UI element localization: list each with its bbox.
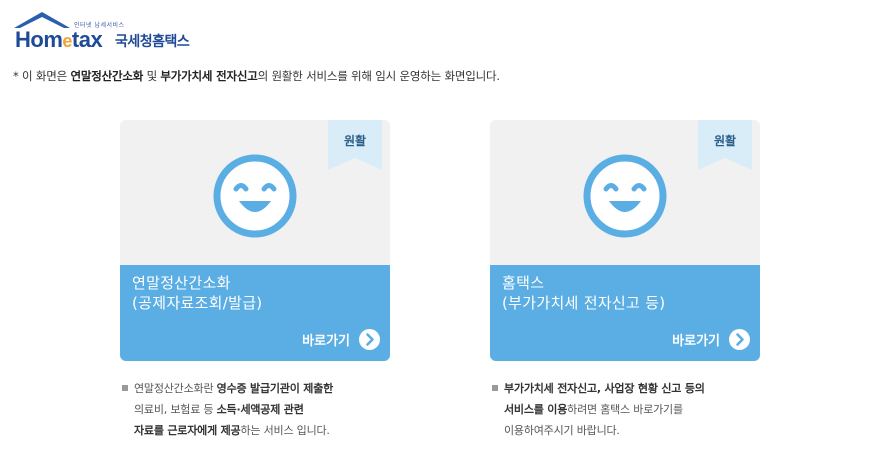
- bullet-icon: [492, 385, 498, 391]
- goto-button[interactable]: 바로가기: [302, 328, 380, 350]
- notice-bold-1: 연말정산간소화: [70, 69, 144, 83]
- notice-suffix: 의 원활한 서비스를 위해 임시 운영하는 화면입니다.: [257, 69, 500, 83]
- smiley-icon: [213, 154, 297, 238]
- notice-prefix: * 이 화면은: [13, 69, 71, 83]
- notice-bold-2: 부가가치세 전자신고: [160, 69, 258, 83]
- status-badge-label: 원활: [343, 134, 367, 148]
- card-title: 홈택스 (부가가치세 전자신고 등): [502, 273, 665, 313]
- notice-mid: 및: [143, 69, 161, 83]
- arrow-right-circle-icon: [729, 328, 750, 350]
- status-badge-label: 원활: [713, 134, 737, 148]
- desc-bold: 서비스를 이용: [504, 403, 568, 416]
- desc-plain: 의료비, 보험료 등: [134, 403, 217, 416]
- description-line: 자료를 근로자에게 제공하는 서비스 입니다.: [122, 420, 333, 441]
- logo-korean-name: 국세청홈택스: [115, 34, 190, 50]
- card-title-line-2: (부가가치세 전자신고 등): [502, 294, 666, 312]
- card-title-line-2: (공제자료조회/발급): [132, 294, 263, 312]
- goto-button-label: 바로가기: [672, 333, 720, 349]
- desc-bold: 자료를 근로자에게 제공: [134, 424, 241, 437]
- card-title-line-1: 홈택스: [502, 274, 545, 292]
- card-top: 원활: [120, 120, 390, 265]
- bullet-icon: [122, 385, 128, 391]
- smiley-icon: [583, 154, 667, 238]
- description-text: 연말정산간소화란 영수증 발급기관이 제출한: [134, 378, 333, 399]
- hometax-logo[interactable]: 인터넷 납세서비스 Hometax 국세청홈택스: [12, 10, 212, 54]
- desc-plain: 하려면 홈택스 바로가기를: [567, 403, 683, 416]
- arrow-right-circle-icon: [359, 328, 380, 350]
- brand-prefix: Hom: [15, 27, 63, 52]
- desc-bold: 소득·세액공제 관련: [216, 403, 304, 416]
- card-hometax[interactable]: 원활 홈택스 (부가가치세 전자신고 등) 바로가기: [490, 120, 760, 361]
- card-year-end-settlement[interactable]: 원활 연말정산간소화 (공제자료조회/발급) 바로가기: [120, 120, 390, 361]
- description-line: 이용하여주시기 바랍니다.: [492, 420, 705, 441]
- status-badge: 원활: [698, 120, 752, 170]
- desc-plain: 연말정산간소화란: [134, 382, 217, 395]
- status-badge: 원활: [328, 120, 382, 170]
- card-description-hometax: 부가가치세 전자신고, 사업장 현황 신고 등의 서비스를 이용하려면 홈택스 …: [492, 378, 705, 441]
- description-line: 서비스를 이용하려면 홈택스 바로가기를: [492, 399, 705, 420]
- goto-button-label: 바로가기: [302, 333, 350, 349]
- card-title-line-1: 연말정산간소화: [132, 274, 231, 292]
- brand-e: e: [62, 31, 72, 51]
- desc-plain: 이용하여주시기 바랍니다.: [504, 424, 620, 437]
- notice-text: * 이 화면은 연말정산간소화 및 부가가치세 전자신고의 원활한 서비스를 위…: [13, 68, 500, 84]
- brand-suffix: tax: [71, 27, 103, 52]
- description-line: 부가가치세 전자신고, 사업장 현황 신고 등의: [492, 378, 705, 399]
- desc-bold: 영수증 발급기관이 제출한: [216, 382, 334, 395]
- desc-plain: 하는 서비스 입니다.: [240, 424, 330, 437]
- card-description-year-end: 연말정산간소화란 영수증 발급기관이 제출한 의료비, 보험료 등 소득·세액공…: [122, 378, 333, 441]
- desc-bold: 부가가치세 전자신고, 사업장 현황 신고 등의: [504, 382, 705, 395]
- description-line: 연말정산간소화란 영수증 발급기관이 제출한: [122, 378, 333, 399]
- card-title: 연말정산간소화 (공제자료조회/발급): [132, 273, 262, 313]
- logo-brand: Hometax: [15, 27, 103, 53]
- description-line: 의료비, 보험료 등 소득·세액공제 관련: [122, 399, 333, 420]
- goto-button[interactable]: 바로가기: [672, 328, 750, 350]
- card-top: 원활: [490, 120, 760, 265]
